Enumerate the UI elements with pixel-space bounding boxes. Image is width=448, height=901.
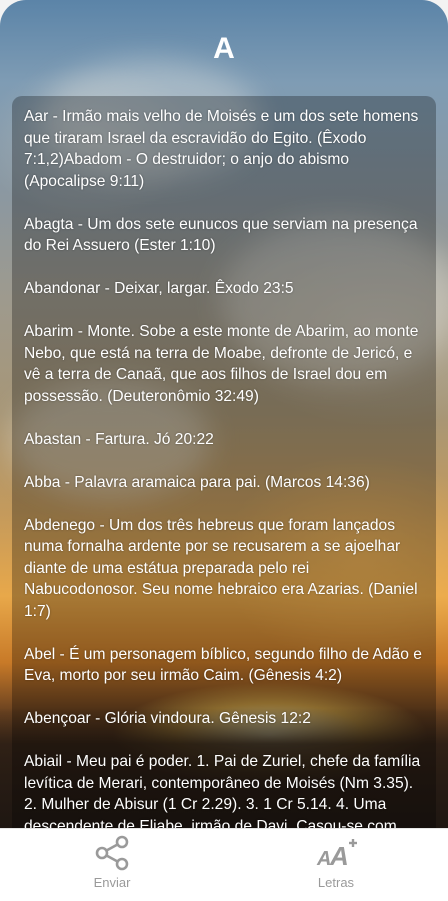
- entry-abandonar: Abandonar - Deixar, largar. Êxodo 23:5: [24, 280, 294, 297]
- letters-label: Letras: [317, 875, 355, 890]
- entry-list: Aar - Irmão mais velho de Moisés e um do…: [12, 96, 436, 828]
- page-title: A: [213, 32, 235, 65]
- entry-abastan: Abastan - Fartura. Jó 20:22: [24, 430, 214, 448]
- entry-abencoar: Abençoar - Glória vindoura. Gênesis 12:2: [24, 710, 311, 727]
- glossary-panel[interactable]: Aar - Irmão mais velho de Moisés e um do…: [12, 96, 436, 828]
- entry-abarim: Abarim - Monte. Sobe a este monte de Aba…: [24, 323, 419, 405]
- share-icon: [52, 835, 172, 871]
- entry-abba: Abba - Palavra aramaica para pai. (Marco…: [24, 473, 370, 491]
- entry-aar: Aar - Irmão mais velho de Moisés e um do…: [24, 108, 419, 190]
- font-size-icon: A A: [276, 835, 396, 871]
- entry-abiail: Abiail - Meu pai é poder. 1. Pai de Zuri…: [24, 753, 421, 828]
- entry-abagta: Abagta - Um dos sete eunucos que serviam…: [24, 215, 418, 255]
- entry-abdenego: Abdenego - Um dos três hebreus que foram…: [24, 516, 418, 620]
- send-button[interactable]: Enviar: [52, 835, 172, 895]
- entry-abel: Abel - É um personagem bíblico, segundo …: [24, 645, 422, 685]
- bottom-action-bar: Enviar A A Letras: [0, 828, 448, 901]
- letters-button[interactable]: A A Letras: [276, 835, 396, 895]
- background-image: A Aar - Irmão mais velho de Moisés e um …: [0, 0, 448, 828]
- svg-text:A: A: [329, 841, 349, 871]
- send-label: Enviar: [93, 875, 131, 890]
